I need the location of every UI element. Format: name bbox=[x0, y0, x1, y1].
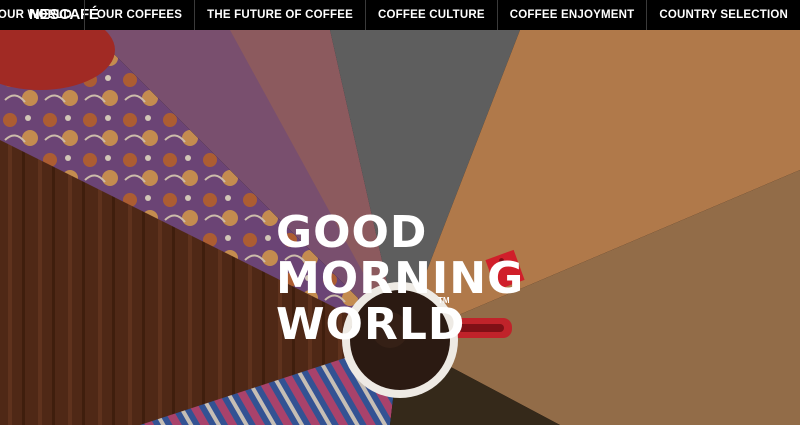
headline-line-3: WORLD bbox=[276, 299, 466, 350]
nav-item-future-of-coffee[interactable]: THE FUTURE OF COFFEE bbox=[194, 0, 365, 30]
top-navigation: NESCAFÉ OUR WORLD OUR COFFEES THE FUTURE… bbox=[0, 0, 800, 30]
nav-item-our-coffees[interactable]: OUR COFFEES bbox=[83, 0, 194, 30]
nav-item-coffee-culture[interactable]: COFFEE CULTURE bbox=[365, 0, 497, 30]
trademark-symbol: TM bbox=[438, 296, 450, 305]
headline-line-2: MORNING bbox=[276, 253, 525, 304]
main-menu: OUR WORLD OUR COFFEES THE FUTURE OF COFF… bbox=[0, 0, 800, 30]
good-morning-world-headline: GOOD MORNING WORLD bbox=[276, 210, 524, 348]
nav-item-our-world[interactable]: OUR WORLD bbox=[0, 0, 84, 30]
nav-item-country-selection[interactable]: COUNTRY SELECTION bbox=[646, 0, 800, 30]
hero-banner: GOOD MORNING WORLD TM bbox=[0, 30, 800, 425]
headline-line-1: GOOD bbox=[276, 207, 428, 258]
nav-item-coffee-enjoyment[interactable]: COFFEE ENJOYMENT bbox=[496, 0, 647, 30]
